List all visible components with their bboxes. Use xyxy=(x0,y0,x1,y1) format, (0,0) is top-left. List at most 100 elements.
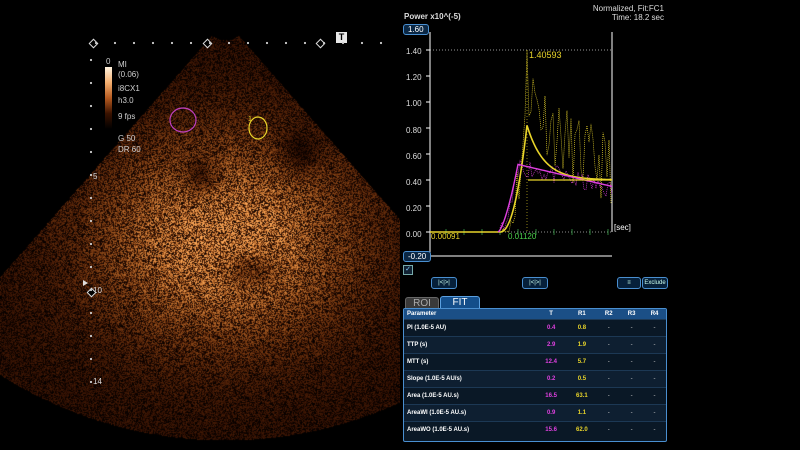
param-value-r1: 0.5 xyxy=(566,370,598,388)
param-value-r4: - xyxy=(643,336,666,354)
param-value-r4: - xyxy=(643,421,666,438)
roi-tumor-magenta[interactable] xyxy=(169,107,197,133)
scale-dot xyxy=(170,41,174,45)
scale-dot xyxy=(379,41,383,45)
depth-dot xyxy=(89,380,93,384)
param-name: MTT (s) xyxy=(404,353,536,371)
depth-dot xyxy=(89,334,93,338)
graph-header: Normalized, Fit:FC1 Time: 18.2 sec xyxy=(593,4,664,22)
tic-graph[interactable] xyxy=(0,0,800,450)
param-name: Area (1.0E-5 AU.s) xyxy=(404,387,536,405)
depth-dot xyxy=(89,173,93,177)
param-value-r1: 63.1 xyxy=(566,387,598,405)
baseline-annotation: 0.00091 xyxy=(431,232,460,241)
y-tick-label: 1.20 xyxy=(406,73,422,82)
depth-dot xyxy=(89,196,93,200)
depth-dot xyxy=(89,265,93,269)
param-value-t: 15.6 xyxy=(535,421,567,438)
param-value-r1: 1.9 xyxy=(566,336,598,354)
range-end-button[interactable]: |<|>| xyxy=(522,277,548,289)
table-row[interactable]: Area (1.0E-5 AU.s) 16.5 63.1 - - - xyxy=(404,387,666,405)
depth-dot xyxy=(89,288,93,292)
parameter-table: Parameter T R1 R2 R3 R4 PI (1.0E-5 AU) 0… xyxy=(403,308,667,442)
y-min-box[interactable]: -0.20 xyxy=(403,251,432,262)
param-name: Slope (1.0E-5 AU/s) xyxy=(404,370,536,388)
y-tick-label: 0.00 xyxy=(406,230,422,239)
depth-dot xyxy=(89,242,93,246)
scale-dot xyxy=(132,41,136,45)
param-value-t: 0.9 xyxy=(535,404,567,422)
graph-y-axis-label: Power x10^(-5) xyxy=(404,12,461,21)
param-name: TTP (s) xyxy=(404,336,536,354)
table-row[interactable]: Slope (1.0E-5 AU/s) 0.2 0.5 - - - xyxy=(404,370,666,388)
scale-dot xyxy=(303,41,307,45)
scale-dot xyxy=(151,41,155,45)
table-row[interactable]: AreaWI (1.0E-5 AU.s) 0.9 1.1 - - - xyxy=(404,404,666,422)
param-value-r3: - xyxy=(620,387,644,405)
show-fit-checkbox[interactable]: ✓ xyxy=(403,265,413,275)
param-value-r4: - xyxy=(643,387,666,405)
param-value-r2: - xyxy=(597,336,621,354)
time-label: Time: 18.2 sec xyxy=(611,13,664,22)
depth-dot xyxy=(89,104,93,108)
param-value-t: 0.2 xyxy=(535,370,567,388)
param-value-r3: - xyxy=(620,421,644,438)
depth-dot xyxy=(89,357,93,361)
depth-dot xyxy=(89,311,93,315)
param-value-r4: - xyxy=(643,404,666,422)
focus-arrow-icon xyxy=(83,280,88,286)
y-tick-label: 0.60 xyxy=(406,152,422,161)
param-value-r2: - xyxy=(597,370,621,388)
scale-dot xyxy=(341,41,345,45)
depth-dot xyxy=(89,150,93,154)
param-value-r1: 1.1 xyxy=(566,404,598,422)
param-value-r2: - xyxy=(597,404,621,422)
param-value-t: 16.5 xyxy=(535,387,567,405)
y-tick-label: 0.80 xyxy=(406,126,422,135)
param-value-r3: - xyxy=(620,353,644,371)
table-header-row: Parameter T R1 R2 R3 R4 xyxy=(404,309,666,320)
y-tick-label: 1.40 xyxy=(406,47,422,56)
param-name: PI (1.0E-5 AU) xyxy=(404,319,536,337)
param-value-r4: - xyxy=(643,370,666,388)
scale-dot xyxy=(227,41,231,45)
table-row[interactable]: MTT (s) 12.4 5.7 - - - xyxy=(404,353,666,371)
scale-dot xyxy=(360,41,364,45)
r1-fit-curve xyxy=(430,125,613,233)
col-header-parameter: Parameter xyxy=(404,309,536,320)
tool-button[interactable]: ≡ xyxy=(617,277,641,289)
col-header-r1: R1 xyxy=(566,309,598,320)
scale-dot xyxy=(208,41,212,45)
scale-dot xyxy=(94,41,98,45)
roi-reference-yellow[interactable] xyxy=(248,116,268,140)
y-max-box[interactable]: 1.60 xyxy=(403,24,429,35)
col-header-r4: R4 xyxy=(643,309,666,320)
depth-dot xyxy=(89,58,93,62)
scale-dot xyxy=(113,41,117,45)
col-header-t: T xyxy=(535,309,567,320)
param-value-r2: - xyxy=(597,319,621,337)
depth-dot xyxy=(89,81,93,85)
param-value-r3: - xyxy=(620,336,644,354)
table-row[interactable]: PI (1.0E-5 AU) 0.4 0.8 - - - xyxy=(404,319,666,337)
scale-dot xyxy=(265,41,269,45)
table-row[interactable]: AreaWO (1.0E-5 AU.s) 15.6 62.0 - - - xyxy=(404,421,666,438)
depth-dot xyxy=(89,127,93,131)
param-value-r2: - xyxy=(597,387,621,405)
r1-raw-curve xyxy=(494,49,612,233)
col-header-r3: R3 xyxy=(620,309,644,320)
depth-dot xyxy=(89,219,93,223)
param-name: AreaWO (1.0E-5 AU.s) xyxy=(404,421,536,438)
exclude-button[interactable]: Exclude xyxy=(642,277,668,289)
param-value-r4: - xyxy=(643,319,666,337)
param-value-r1: 62.0 xyxy=(566,421,598,438)
range-start-button[interactable]: |<|>| xyxy=(431,277,457,289)
table-row[interactable]: TTP (s) 2.9 1.9 - - - xyxy=(404,336,666,354)
arrival-annotation: 0.01120 xyxy=(508,232,537,241)
scale-dot xyxy=(189,41,193,45)
param-name: AreaWI (1.0E-5 AU.s) xyxy=(404,404,536,422)
peak-value-annotation: 1.40593 xyxy=(529,50,562,60)
param-value-r4: - xyxy=(643,353,666,371)
param-value-t: 12.4 xyxy=(535,353,567,371)
y-tick-label: 1.00 xyxy=(406,99,422,108)
